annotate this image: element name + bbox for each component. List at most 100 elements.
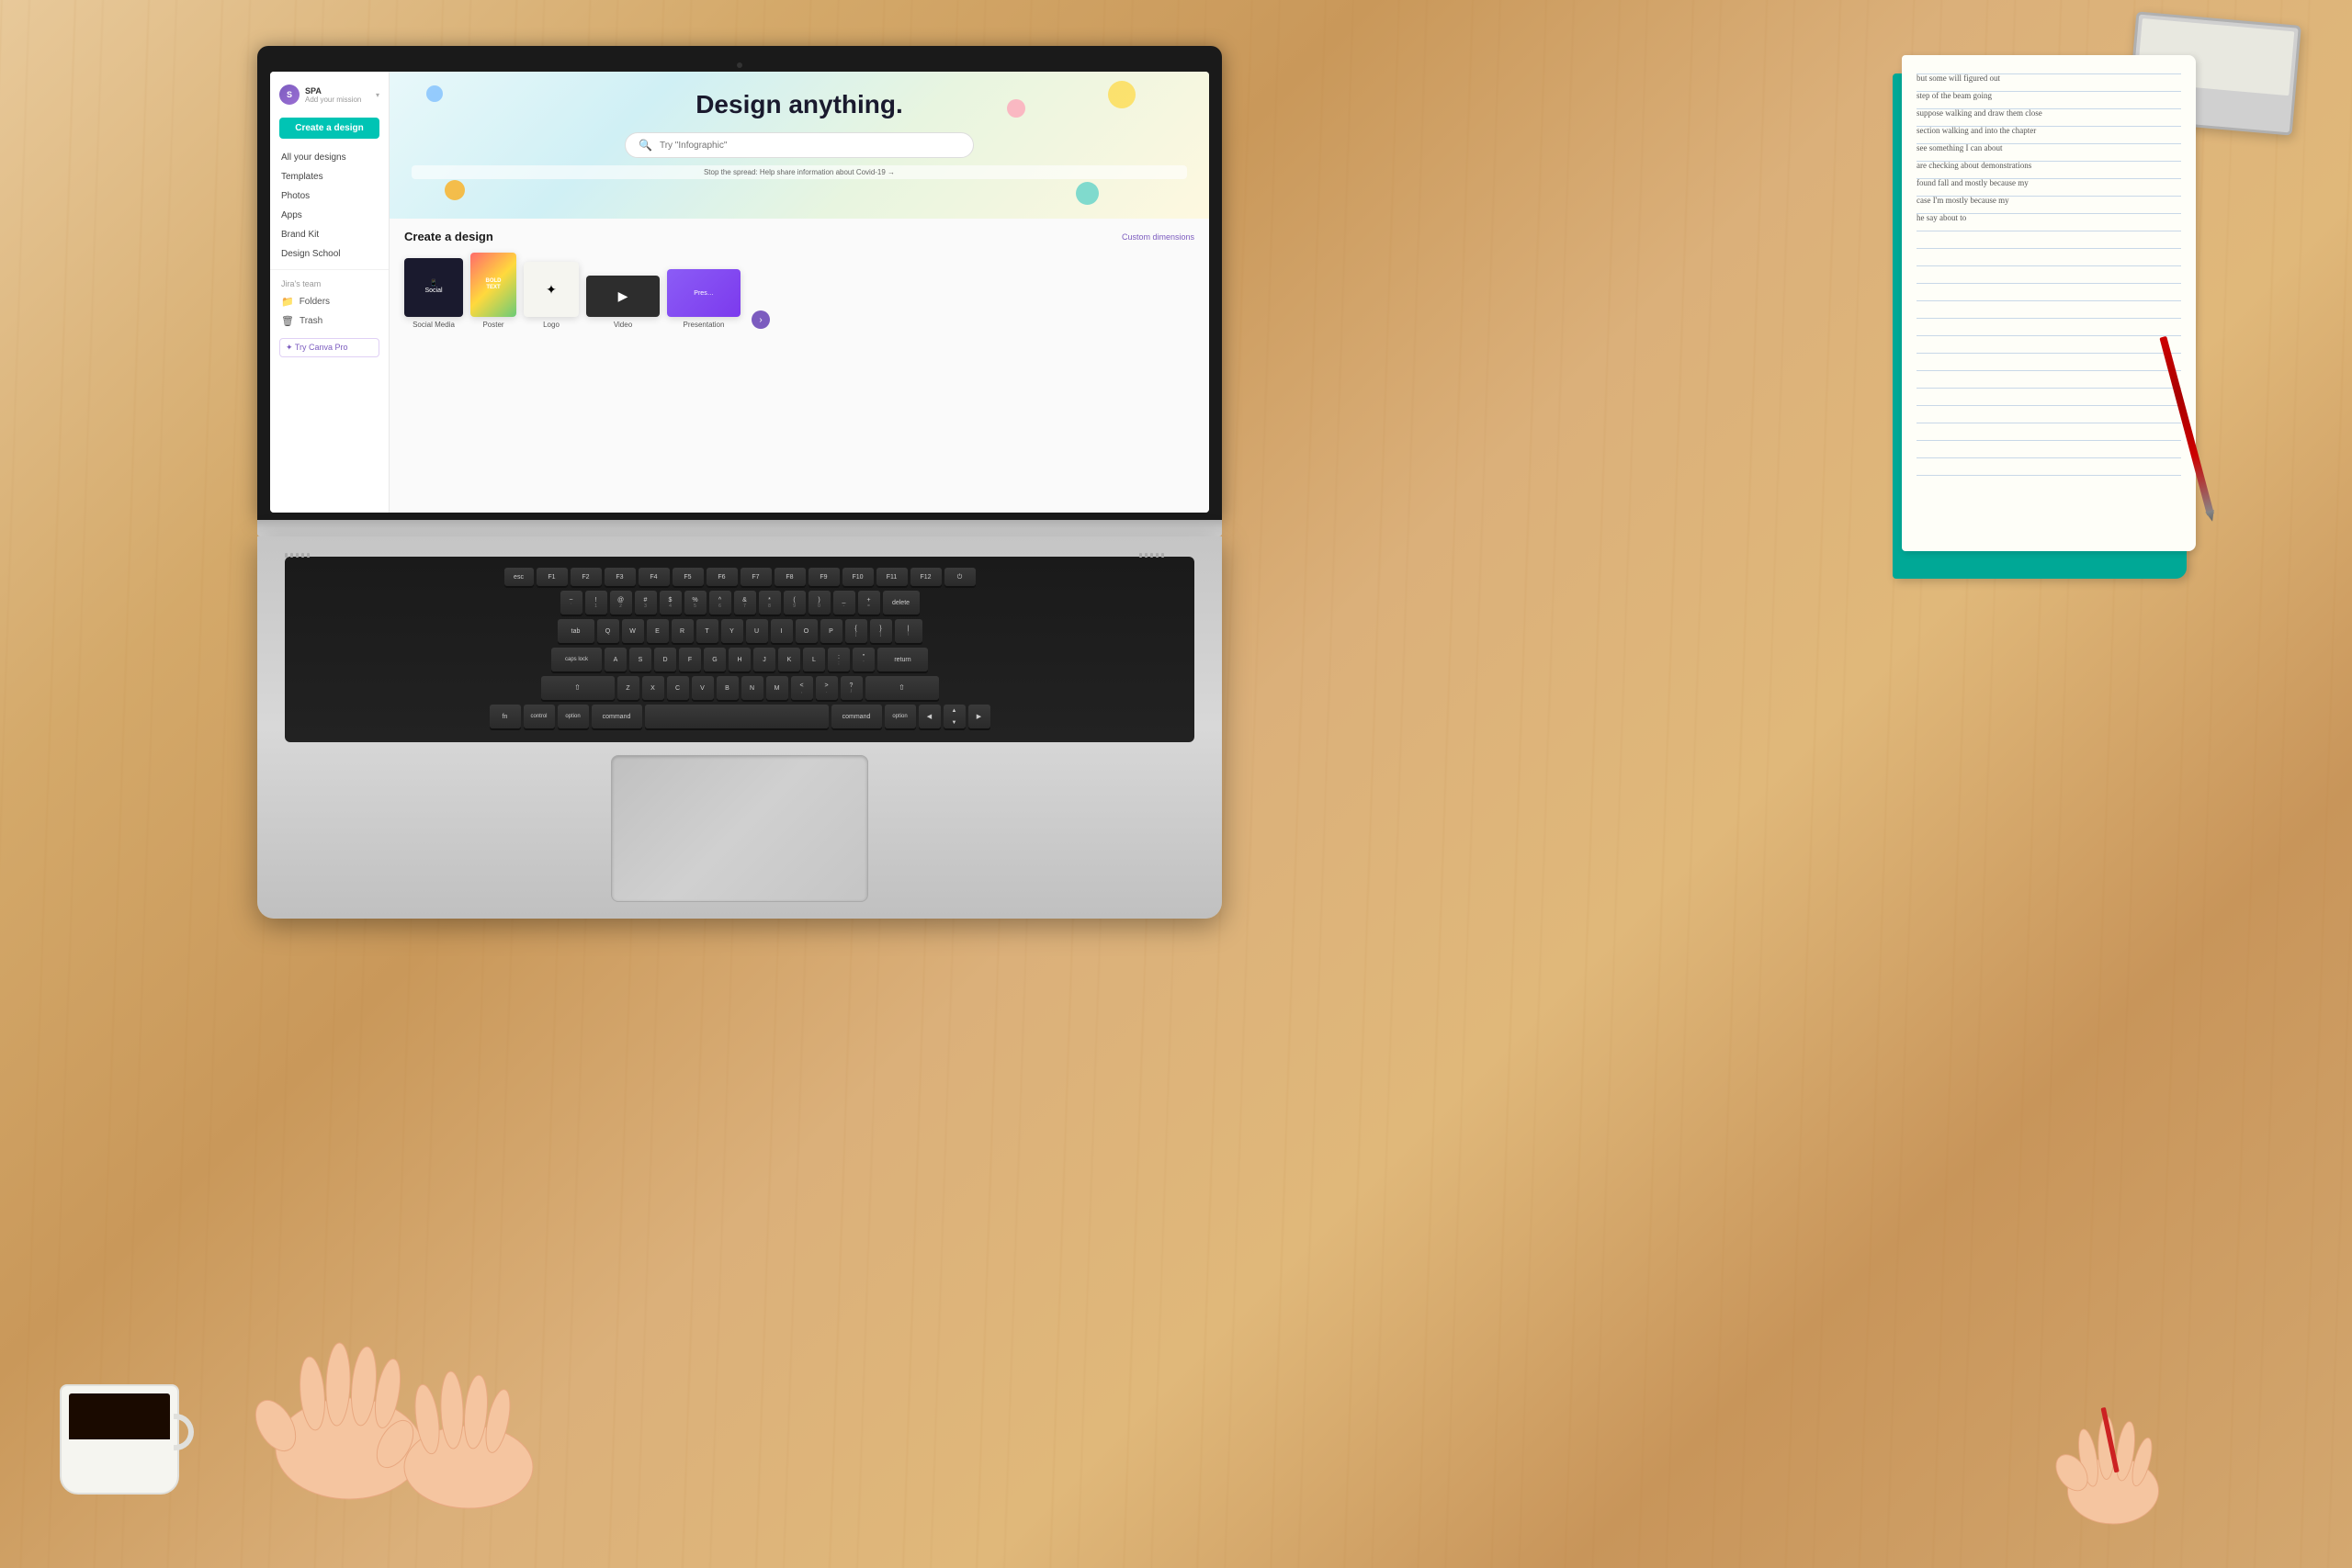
key-y[interactable]: Y xyxy=(721,619,743,643)
key-r[interactable]: R xyxy=(672,619,694,643)
key-delete[interactable]: delete xyxy=(883,591,920,615)
key-slash[interactable]: ?/ xyxy=(841,676,863,700)
key-lshift[interactable]: ⇧ xyxy=(541,676,615,700)
search-bar[interactable]: 🔍 xyxy=(625,132,974,158)
key-command-left[interactable]: command xyxy=(592,705,642,728)
key-arrow-down[interactable]: ▼ xyxy=(952,716,957,728)
key-esc[interactable]: esc xyxy=(504,568,534,586)
key-o[interactable]: O xyxy=(796,619,818,643)
trackpad[interactable] xyxy=(611,755,868,902)
key-f7[interactable]: F7 xyxy=(741,568,772,586)
user-profile[interactable]: S SPA Add your mission ▾ xyxy=(270,79,389,110)
search-input[interactable] xyxy=(660,141,960,151)
key-p[interactable]: P xyxy=(820,619,842,643)
key-f12[interactable]: F12 xyxy=(910,568,942,586)
key-b[interactable]: B xyxy=(717,676,739,700)
key-f5[interactable]: F5 xyxy=(673,568,704,586)
key-f4[interactable]: F4 xyxy=(639,568,670,586)
sidebar-item-templates[interactable]: Templates xyxy=(270,167,389,186)
key-f[interactable]: F xyxy=(679,648,701,671)
key-minus[interactable]: _- xyxy=(833,591,855,615)
custom-dimensions-link[interactable]: Custom dimensions xyxy=(1122,232,1194,242)
key-f2[interactable]: F2 xyxy=(571,568,602,586)
key-backslash[interactable]: |\ xyxy=(895,619,922,643)
key-w[interactable]: W xyxy=(622,619,644,643)
template-presentation[interactable]: Pres… Presentation xyxy=(667,269,741,329)
key-f6[interactable]: F6 xyxy=(707,568,738,586)
more-templates-arrow[interactable]: › xyxy=(748,310,774,329)
key-x[interactable]: X xyxy=(642,676,664,700)
key-return[interactable]: return xyxy=(877,648,928,671)
key-alt-right[interactable]: option xyxy=(885,705,916,728)
key-k[interactable]: K xyxy=(778,648,800,671)
key-6[interactable]: ^6 xyxy=(709,591,731,615)
key-5[interactable]: %5 xyxy=(684,591,707,615)
sidebar-item-photos[interactable]: Photos xyxy=(270,186,389,206)
key-q[interactable]: Q xyxy=(597,619,619,643)
key-j[interactable]: J xyxy=(753,648,775,671)
sidebar-item-brand-kit[interactable]: Brand Kit xyxy=(270,225,389,244)
sidebar-item-apps[interactable]: Apps xyxy=(270,206,389,225)
key-capslock[interactable]: caps lock xyxy=(551,648,602,671)
key-arrow-left[interactable]: ◀ xyxy=(919,705,941,728)
key-arrow-up[interactable]: ▲ xyxy=(952,705,957,716)
key-space[interactable] xyxy=(645,705,829,728)
key-n[interactable]: N xyxy=(741,676,763,700)
sidebar-item-folders[interactable]: 📁 Folders xyxy=(270,292,389,311)
sidebar-item-trash[interactable]: 🗑 Trash xyxy=(270,311,389,331)
key-alt-left[interactable]: option xyxy=(558,705,589,728)
key-f1[interactable]: F1 xyxy=(537,568,568,586)
covid-banner[interactable]: Stop the spread: Help share information … xyxy=(412,165,1187,179)
key-v[interactable]: V xyxy=(692,676,714,700)
key-l[interactable]: L xyxy=(803,648,825,671)
key-t[interactable]: T xyxy=(696,619,718,643)
key-2[interactable]: @2 xyxy=(610,591,632,615)
key-rshift[interactable]: ⇧ xyxy=(865,676,939,700)
key-9[interactable]: (9 xyxy=(784,591,806,615)
key-f11[interactable]: F11 xyxy=(876,568,908,586)
key-7[interactable]: &7 xyxy=(734,591,756,615)
key-equals[interactable]: += xyxy=(858,591,880,615)
key-command-right[interactable]: command xyxy=(831,705,882,728)
key-semicolon[interactable]: :; xyxy=(828,648,850,671)
key-1[interactable]: !1 xyxy=(585,591,607,615)
key-lbracket[interactable]: {[ xyxy=(845,619,867,643)
key-rbracket[interactable]: }] xyxy=(870,619,892,643)
key-c[interactable]: C xyxy=(667,676,689,700)
try-pro-button[interactable]: ✦ Try Canva Pro xyxy=(279,338,379,357)
key-g[interactable]: G xyxy=(704,648,726,671)
key-4[interactable]: $4 xyxy=(660,591,682,615)
key-a[interactable]: A xyxy=(605,648,627,671)
sidebar-item-all-designs[interactable]: All your designs xyxy=(270,148,389,167)
key-tab[interactable]: tab xyxy=(558,619,594,643)
key-e[interactable]: E xyxy=(647,619,669,643)
key-arrow-right[interactable]: ▶ xyxy=(968,705,990,728)
template-video[interactable]: ▶ Video xyxy=(586,276,660,329)
key-f10[interactable]: F10 xyxy=(842,568,874,586)
key-fn[interactable]: fn xyxy=(490,705,521,728)
key-z[interactable]: Z xyxy=(617,676,639,700)
key-f9[interactable]: F9 xyxy=(808,568,840,586)
key-period[interactable]: >. xyxy=(816,676,838,700)
template-logo[interactable]: ✦ Logo xyxy=(524,262,579,329)
create-design-button[interactable]: Create a design xyxy=(279,118,379,139)
key-0[interactable]: )0 xyxy=(808,591,831,615)
key-comma[interactable]: <, xyxy=(791,676,813,700)
sidebar-item-design-school[interactable]: Design School xyxy=(270,244,389,264)
key-f3[interactable]: F3 xyxy=(605,568,636,586)
key-3[interactable]: #3 xyxy=(635,591,657,615)
template-social-media[interactable]: 📱Social Social Media xyxy=(404,258,463,329)
key-power[interactable]: ⏻ xyxy=(944,568,976,586)
key-u[interactable]: U xyxy=(746,619,768,643)
key-f8[interactable]: F8 xyxy=(775,568,806,586)
template-poster[interactable]: BOLDTEXT Poster xyxy=(470,253,516,329)
key-d[interactable]: D xyxy=(654,648,676,671)
key-i[interactable]: I xyxy=(771,619,793,643)
key-ctrl[interactable]: control xyxy=(524,705,555,728)
key-8[interactable]: *8 xyxy=(759,591,781,615)
key-m[interactable]: M xyxy=(766,676,788,700)
key-h[interactable]: H xyxy=(729,648,751,671)
key-quote[interactable]: "' xyxy=(853,648,875,671)
key-backtick[interactable]: ~` xyxy=(560,591,582,615)
key-s[interactable]: S xyxy=(629,648,651,671)
